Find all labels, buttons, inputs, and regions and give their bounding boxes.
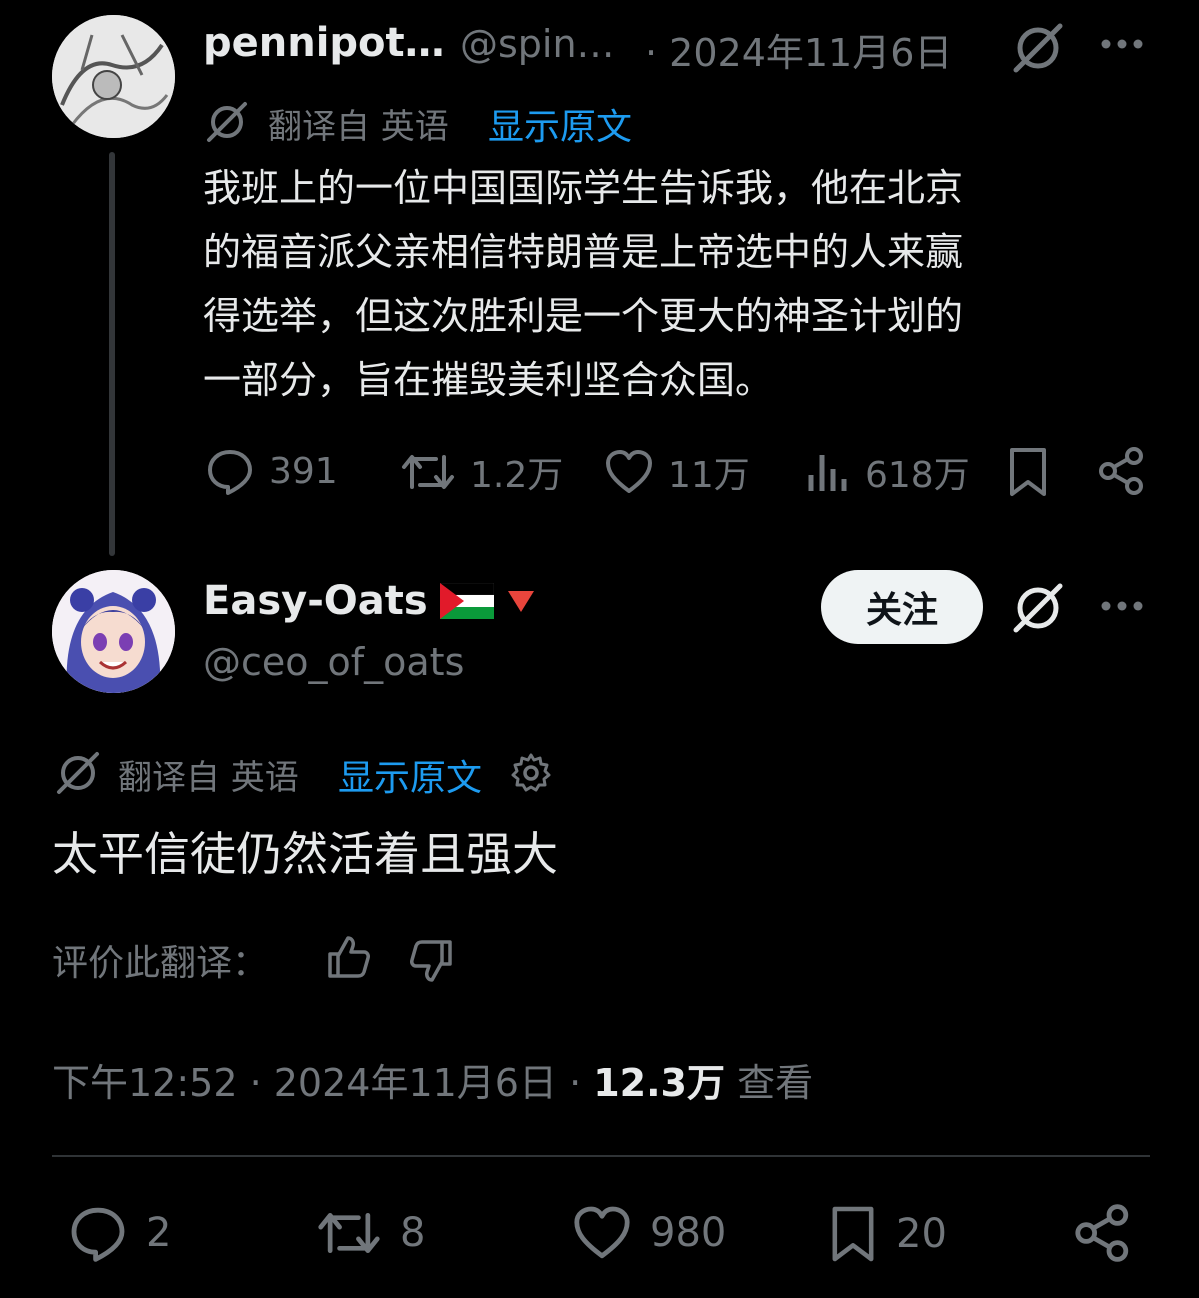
timestamp-row: 下午12:52 · 2024年11月6日 · 12.3万 查看 xyxy=(52,1052,813,1107)
avatar-image xyxy=(52,570,175,693)
translate-icon xyxy=(55,750,101,796)
divider xyxy=(52,1155,1150,1157)
like-count: 980 xyxy=(650,1210,727,1256)
thumbs-down-icon[interactable] xyxy=(408,938,454,984)
like-count: 11万 xyxy=(668,455,750,496)
bookmark-count: 20 xyxy=(896,1211,947,1257)
tweet-time[interactable]: 下午12:52 · 2024年11月6日 · xyxy=(52,1061,593,1105)
more-icon[interactable] xyxy=(1100,600,1144,612)
tweet-text-line: 得选举，但这次胜利是一个更大的神圣计划的 xyxy=(203,294,964,338)
tweet-text-line: 的福音派父亲相信特朗普是上帝选中的人来赢 xyxy=(203,230,964,274)
gear-icon[interactable] xyxy=(510,752,552,794)
reply-icon xyxy=(71,1207,125,1262)
repost-count: 1.2万 xyxy=(470,455,564,496)
reply-icon xyxy=(208,450,252,495)
follow-button[interactable]: 关注 xyxy=(821,570,983,644)
share-icon[interactable] xyxy=(1098,446,1146,496)
bookmark-button[interactable]: 20 xyxy=(828,1203,947,1265)
reply-button[interactable]: 2 xyxy=(68,1203,171,1263)
avatar[interactable] xyxy=(52,570,175,693)
like-button[interactable]: 980 xyxy=(572,1203,726,1263)
tweet-date[interactable]: · 2024年11月6日 xyxy=(645,22,952,77)
view-count: 12.3万 xyxy=(593,1061,725,1105)
translated-label: 翻译自 英语 xyxy=(268,107,449,147)
translated-label: 翻译自 英语 xyxy=(118,758,299,798)
user-handle[interactable]: @spin… xyxy=(460,22,615,66)
tweet-text: 太平信徒仍然活着且强大 xyxy=(52,827,558,881)
display-name[interactable]: Easy-Oats xyxy=(203,578,428,624)
bookmark-icon[interactable] xyxy=(1006,446,1050,498)
grok-icon[interactable] xyxy=(1010,580,1066,636)
avatar[interactable] xyxy=(52,15,175,138)
avatar-image xyxy=(52,15,175,138)
repost-button[interactable]: 8 xyxy=(316,1203,425,1263)
heart-icon xyxy=(606,450,652,493)
red-triangle-icon xyxy=(507,591,534,612)
views-label: 查看 xyxy=(725,1061,814,1105)
reply-button[interactable]: 391 xyxy=(205,446,338,496)
display-name-row: Easy-Oats xyxy=(203,578,536,624)
tweet-text-line: 我班上的一位中国国际学生告诉我，他在北京 xyxy=(203,166,964,210)
share-icon[interactable] xyxy=(1074,1203,1132,1263)
bookmark-icon xyxy=(832,1206,874,1262)
tweet-text: 我班上的一位中国国际学生告诉我，他在北京 的福音派父亲相信特朗普是上帝选中的人来… xyxy=(203,156,1143,412)
palestine-flag-icon xyxy=(439,583,494,619)
reply-count: 2 xyxy=(146,1210,172,1256)
reply-count: 391 xyxy=(269,450,338,492)
translate-icon xyxy=(205,100,249,144)
grok-icon[interactable] xyxy=(1010,20,1066,76)
analytics-icon xyxy=(808,455,847,491)
heart-icon xyxy=(574,1206,630,1259)
like-button[interactable]: 11万 xyxy=(604,446,750,498)
tweet-text-line: 一部分，旨在摧毁美利坚合众国。 xyxy=(203,358,774,402)
repost-icon xyxy=(402,455,454,489)
repost-count: 8 xyxy=(400,1210,426,1256)
display-name[interactable]: pennipot… xyxy=(203,20,445,66)
rate-translation-label: 评价此翻译： xyxy=(52,943,269,984)
repost-button[interactable]: 1.2万 xyxy=(400,446,563,498)
thumbs-up-icon[interactable] xyxy=(326,934,372,980)
views-button[interactable]: 618万 xyxy=(805,446,970,498)
show-original-link[interactable]: 显示原文 xyxy=(488,98,632,150)
more-icon[interactable] xyxy=(1100,38,1144,50)
repost-icon xyxy=(318,1212,380,1254)
thread-line xyxy=(109,152,115,556)
view-count: 618万 xyxy=(865,455,970,496)
user-handle[interactable]: @ceo_of_oats xyxy=(203,640,464,684)
show-original-link[interactable]: 显示原文 xyxy=(338,749,482,801)
